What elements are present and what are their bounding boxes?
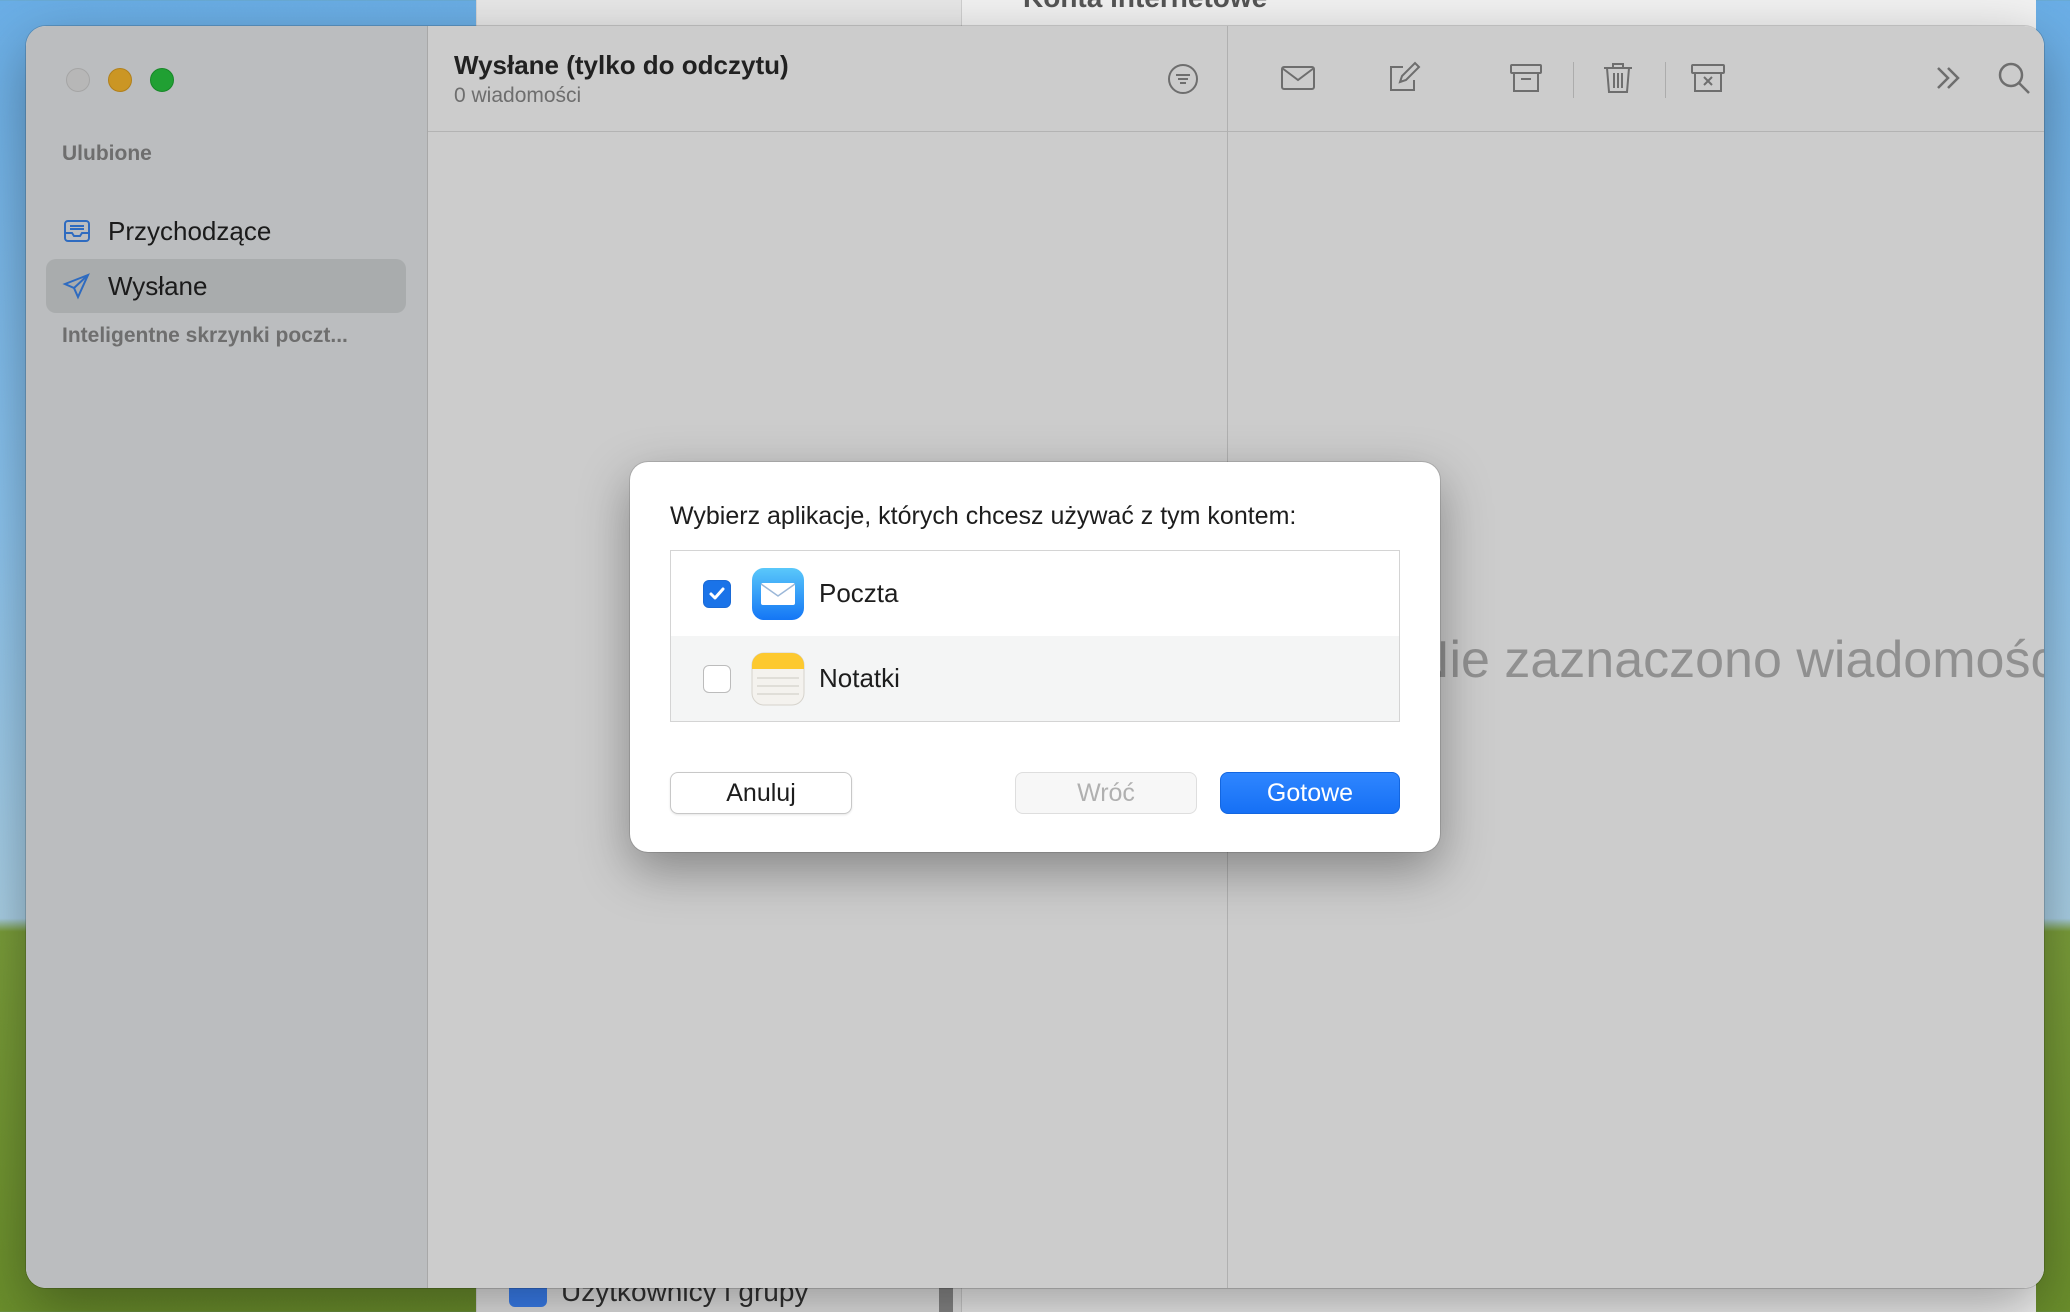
app-row-mail[interactable]: Poczta — [671, 551, 1399, 636]
app-name: Notatki — [819, 663, 900, 693]
app-name: Poczta — [819, 578, 899, 608]
back-button[interactable]: Wróć — [1015, 772, 1197, 814]
checkmark-icon — [709, 587, 725, 599]
mail-app-icon — [752, 567, 804, 620]
cancel-button[interactable]: Anuluj — [670, 772, 852, 814]
app-selection-dialog: Wybierz aplikacje, których chcesz używać… — [630, 462, 1440, 852]
background-window-title: Konta internetowe — [1023, 0, 1267, 14]
notes-app-icon — [751, 652, 805, 705]
app-list: Poczta Notatki — [670, 550, 1400, 722]
dialog-prompt: Wybierz aplikacje, których chcesz używać… — [670, 502, 1297, 530]
notes-checkbox[interactable] — [703, 664, 731, 693]
mail-checkbox[interactable] — [703, 579, 731, 608]
app-row-notes[interactable]: Notatki — [671, 636, 1399, 721]
done-button[interactable]: Gotowe — [1220, 772, 1400, 814]
